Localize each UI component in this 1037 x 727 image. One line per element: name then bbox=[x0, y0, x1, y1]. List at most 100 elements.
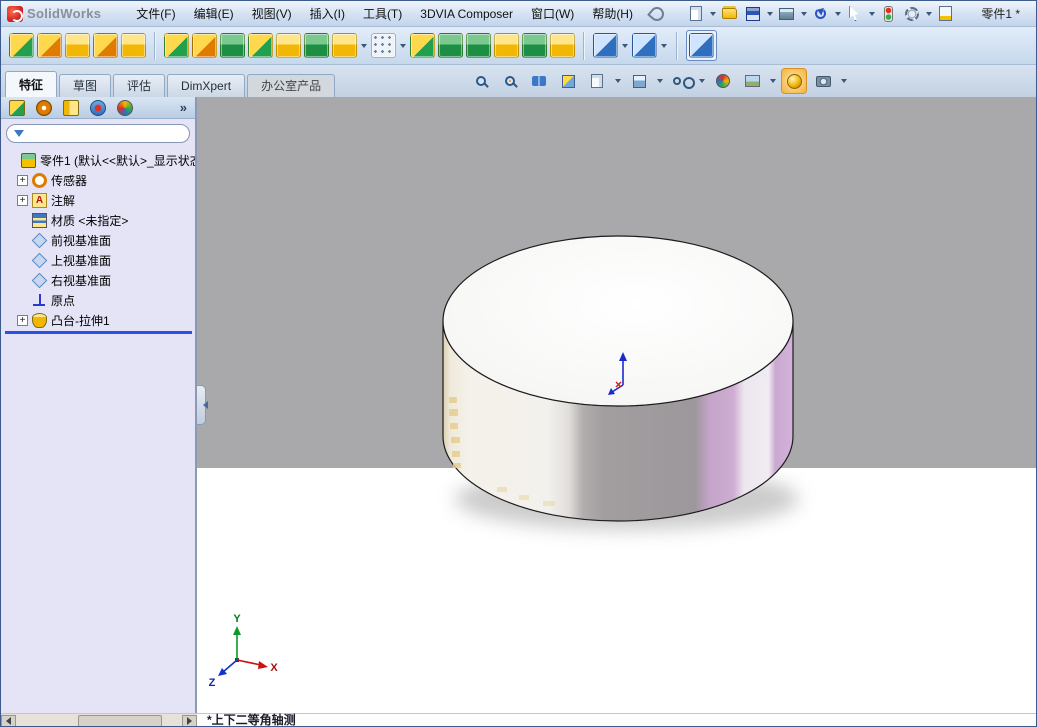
instant3d-icon[interactable] bbox=[689, 33, 714, 58]
wrap-icon[interactable] bbox=[494, 33, 519, 58]
apply-scene-icon[interactable] bbox=[740, 69, 764, 93]
display-style-caret-icon[interactable] bbox=[657, 79, 663, 83]
menu-file[interactable]: 文件(F) bbox=[127, 1, 184, 27]
tab-features[interactable]: 特征 bbox=[5, 71, 58, 97]
tree-item-sensors[interactable]: + 传感器 bbox=[3, 170, 195, 190]
lofted-boss-icon[interactable] bbox=[93, 33, 118, 58]
curves-caret-icon[interactable] bbox=[661, 43, 667, 48]
zoom-fit-icon[interactable] bbox=[469, 69, 493, 93]
view-orientation-caret-icon[interactable] bbox=[615, 79, 621, 83]
new-document-icon[interactable] bbox=[686, 4, 706, 24]
fillet-caret-icon[interactable] bbox=[361, 43, 367, 48]
panel-splitter[interactable] bbox=[197, 385, 208, 425]
rollback-bar[interactable] bbox=[5, 331, 192, 334]
scrollbar-thumb[interactable] bbox=[78, 714, 162, 726]
tab-evaluate[interactable]: 评估 bbox=[113, 74, 166, 97]
new-document-caret-icon[interactable] bbox=[709, 11, 716, 16]
tab-sketch[interactable]: 草图 bbox=[59, 74, 112, 97]
feature-tree: 零件1 (默认<<默认>_显示状态 + 传感器 + A 注解 材质 <未指定> … bbox=[1, 147, 195, 334]
save-caret-icon[interactable] bbox=[766, 11, 773, 16]
undo-icon[interactable] bbox=[811, 4, 831, 24]
menu-3dvia-composer[interactable]: 3DVIA Composer bbox=[411, 1, 522, 27]
lofted-cut-icon[interactable] bbox=[276, 33, 301, 58]
display-style-icon[interactable] bbox=[627, 69, 651, 93]
menu-help[interactable]: 帮助(H) bbox=[583, 1, 642, 27]
curves-icon[interactable] bbox=[632, 33, 657, 58]
solidworks-search-icon[interactable] bbox=[647, 3, 667, 24]
options-caret-icon[interactable] bbox=[925, 11, 932, 16]
tree-item-front-plane[interactable]: 前视基准面 bbox=[3, 230, 195, 250]
select-caret-icon[interactable] bbox=[868, 11, 875, 16]
featuremanager-tree-icon[interactable] bbox=[9, 99, 25, 116]
fillet-icon[interactable] bbox=[332, 33, 357, 58]
menu-view[interactable]: 视图(V) bbox=[243, 1, 301, 27]
menu-bar: 文件(F) 编辑(E) 视图(V) 插入(I) 工具(T) 3DVIA Comp… bbox=[127, 1, 642, 27]
view-orientation-icon[interactable] bbox=[585, 69, 609, 93]
open-icon[interactable] bbox=[720, 4, 740, 24]
extruded-cut-icon[interactable] bbox=[164, 33, 189, 58]
tree-item-origin[interactable]: 原点 bbox=[3, 290, 195, 310]
scroll-right-button[interactable] bbox=[182, 714, 197, 726]
linear-pattern-icon[interactable] bbox=[371, 33, 396, 58]
previous-view-icon[interactable] bbox=[527, 69, 551, 93]
tree-filter-input[interactable] bbox=[29, 126, 182, 141]
dome-icon[interactable] bbox=[522, 33, 547, 58]
save-icon[interactable] bbox=[743, 4, 763, 24]
menu-insert[interactable]: 插入(I) bbox=[301, 1, 354, 27]
pattern-caret-icon[interactable] bbox=[400, 43, 406, 48]
tree-item-top-plane[interactable]: 上视基准面 bbox=[3, 250, 195, 270]
edit-appearance-icon[interactable] bbox=[711, 69, 735, 93]
tree-root-part[interactable]: 零件1 (默认<<默认>_显示状态 bbox=[3, 150, 195, 170]
print-icon[interactable] bbox=[777, 4, 797, 24]
dimxpertmanager-icon[interactable] bbox=[90, 99, 106, 116]
tab-dimxpert[interactable]: DimXpert bbox=[167, 74, 246, 97]
menu-edit[interactable]: 编辑(E) bbox=[185, 1, 243, 27]
scroll-left-button[interactable] bbox=[1, 714, 16, 726]
hide-show-caret-icon[interactable] bbox=[699, 79, 705, 83]
reference-geometry-icon[interactable] bbox=[593, 33, 618, 58]
apply-scene-caret-icon[interactable] bbox=[770, 79, 776, 83]
menu-window[interactable]: 窗口(W) bbox=[522, 1, 583, 27]
configurationmanager-icon[interactable] bbox=[63, 99, 79, 116]
options-icon[interactable] bbox=[902, 4, 922, 24]
feature-manager-panel: » 零件1 (默认<<默认>_显示状态 + 传感器 + A 注解 材质 <未指定… bbox=[1, 97, 197, 713]
tree-item-boss-extrude1[interactable]: + 凸台-拉伸1 bbox=[3, 310, 195, 330]
hole-wizard-icon[interactable] bbox=[192, 33, 217, 58]
displaymanager-icon[interactable] bbox=[117, 99, 133, 116]
rib-icon[interactable] bbox=[410, 33, 435, 58]
tab-office-products[interactable]: 办公室产品 bbox=[247, 74, 336, 97]
graphics-area[interactable]: Y X Z bbox=[197, 97, 1036, 713]
realview-icon[interactable] bbox=[782, 69, 806, 93]
file-properties-icon[interactable] bbox=[936, 4, 956, 24]
draft-icon[interactable] bbox=[438, 33, 463, 58]
print-caret-icon[interactable] bbox=[800, 11, 807, 16]
scrollbar-track[interactable] bbox=[16, 714, 182, 726]
camera-caret-icon[interactable] bbox=[841, 79, 847, 83]
extruded-boss-icon[interactable] bbox=[9, 33, 34, 58]
menu-tools[interactable]: 工具(T) bbox=[354, 1, 411, 27]
tree-item-material[interactable]: 材质 <未指定> bbox=[3, 210, 195, 230]
reference-geometry-caret-icon[interactable] bbox=[622, 43, 628, 48]
mirror-icon[interactable] bbox=[550, 33, 575, 58]
tree-item-annotations[interactable]: + A 注解 bbox=[3, 190, 195, 210]
expand-toggle[interactable]: + bbox=[17, 194, 28, 206]
boundary-cut-icon[interactable] bbox=[304, 33, 329, 58]
rebuild-icon[interactable] bbox=[879, 4, 899, 24]
revolved-cut-icon[interactable] bbox=[220, 33, 245, 58]
hide-show-items-icon[interactable] bbox=[669, 69, 695, 93]
boundary-boss-icon[interactable] bbox=[121, 33, 146, 58]
expand-toggle[interactable]: + bbox=[17, 174, 28, 186]
zoom-area-icon[interactable] bbox=[498, 69, 522, 93]
swept-boss-icon[interactable] bbox=[65, 33, 90, 58]
section-view-icon[interactable] bbox=[556, 69, 580, 93]
propertymanager-icon[interactable] bbox=[36, 99, 52, 116]
swept-cut-icon[interactable] bbox=[248, 33, 273, 58]
expand-toggle[interactable]: + bbox=[17, 314, 28, 326]
revolved-boss-icon[interactable] bbox=[37, 33, 62, 58]
shell-icon[interactable] bbox=[466, 33, 491, 58]
undo-caret-icon[interactable] bbox=[834, 11, 841, 16]
camera-icon[interactable] bbox=[811, 69, 835, 93]
manager-tabs-overflow[interactable]: » bbox=[180, 100, 187, 115]
select-cursor-icon[interactable] bbox=[845, 4, 865, 24]
tree-item-right-plane[interactable]: 右视基准面 bbox=[3, 270, 195, 290]
